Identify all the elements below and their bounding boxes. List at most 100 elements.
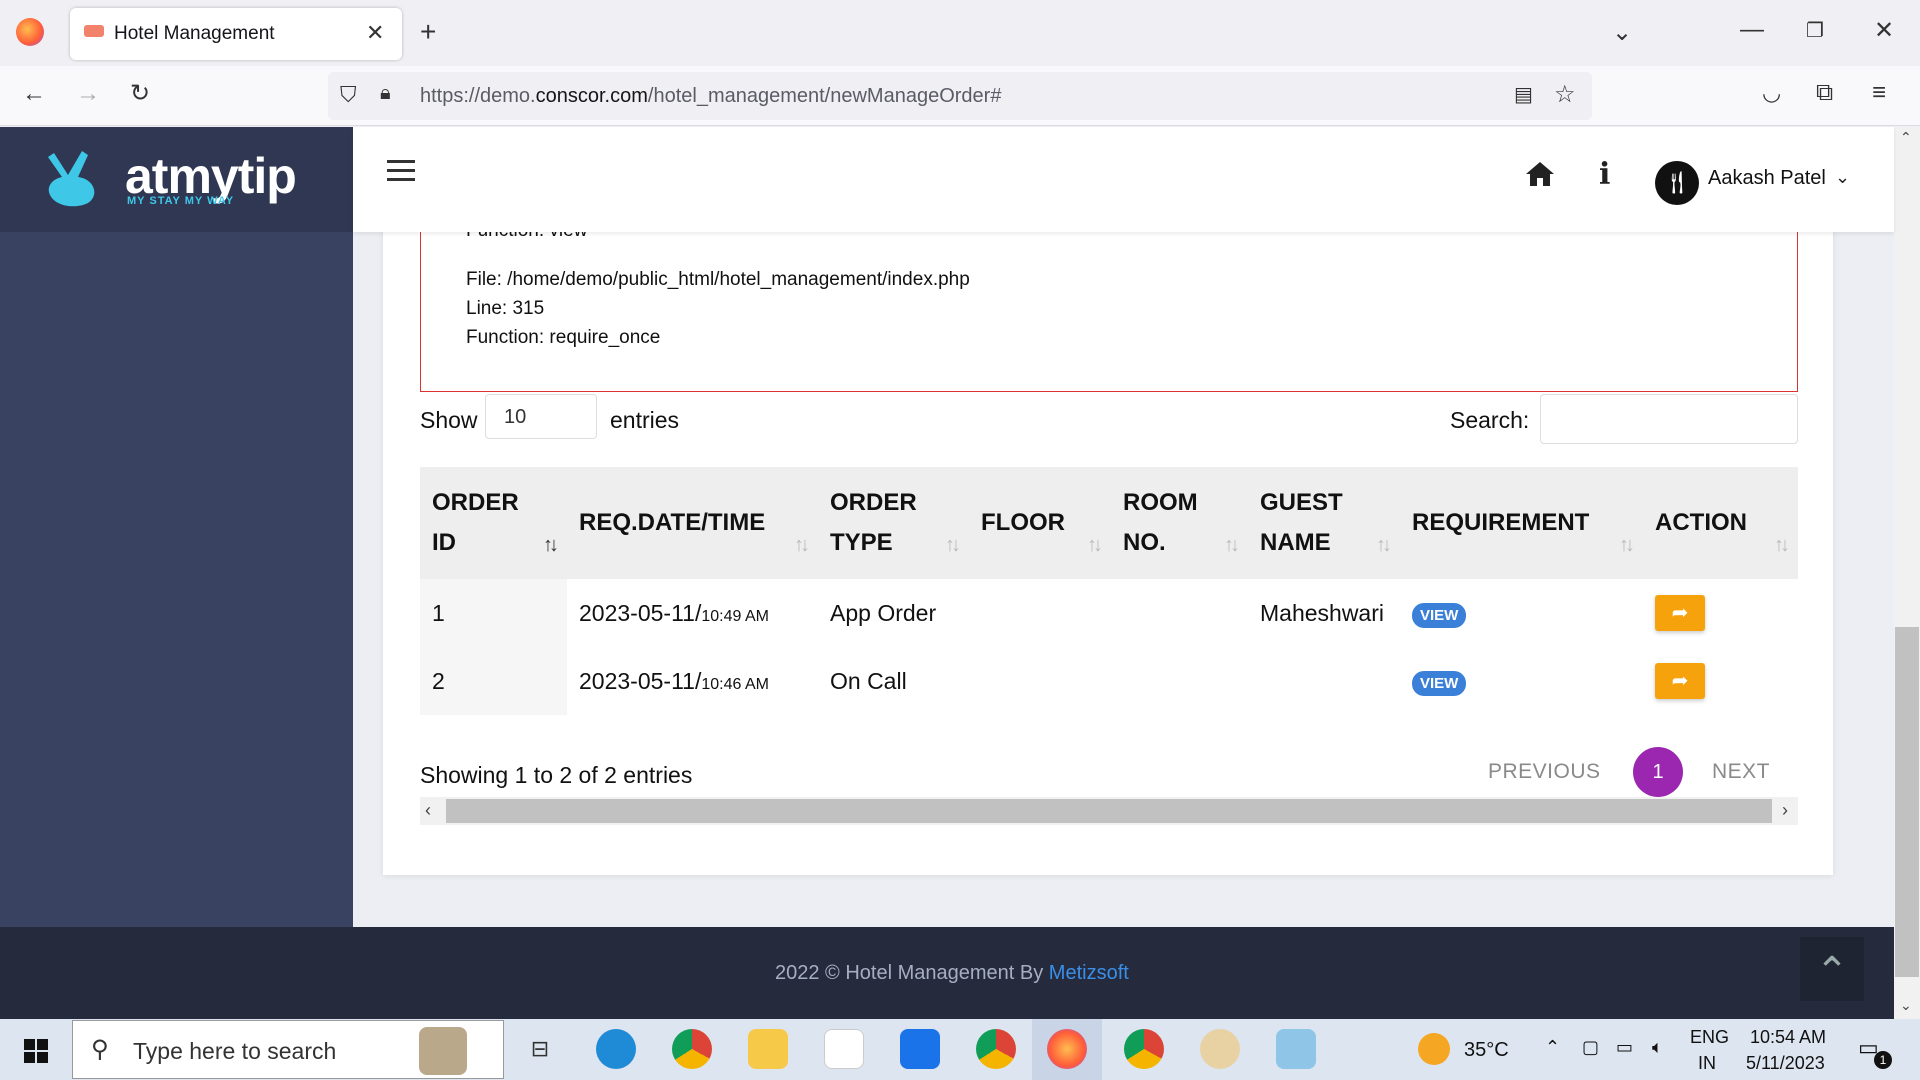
hamburger-menu-icon[interactable] bbox=[387, 160, 415, 187]
forward-action-button[interactable]: ➦ bbox=[1655, 595, 1705, 631]
lock-icon[interactable]: 🔒︎ bbox=[380, 82, 391, 105]
col-requirement[interactable]: REQUIREMENT ↑↓ bbox=[1400, 467, 1643, 579]
reload-icon[interactable]: ↻ bbox=[130, 79, 150, 108]
table-row: 2 2023-05-11/10:46 AM On Call VIEW ➦ bbox=[420, 647, 1798, 715]
tab-hotel-management[interactable]: Hotel Management ✕ bbox=[70, 8, 402, 60]
windows-taskbar: ⚲ Type here to search ⊟ 35°C ⌃ ▢ ▭ 🔈︎ EN… bbox=[0, 1019, 1920, 1080]
chevron-down-icon[interactable]: ⌄ bbox=[1835, 167, 1850, 188]
pocket-icon[interactable]: ◡ bbox=[1762, 80, 1781, 106]
next-button[interactable]: NEXT bbox=[1712, 760, 1770, 784]
error-line: Line: 315 bbox=[466, 298, 545, 319]
cell-order-type: App Order bbox=[830, 599, 937, 626]
forward-action-button[interactable]: ➦ bbox=[1655, 663, 1705, 699]
view-button[interactable]: VIEW bbox=[1412, 670, 1467, 696]
extensions-icon[interactable]: ⧉ bbox=[1816, 79, 1833, 107]
chrome-icon[interactable] bbox=[672, 1029, 712, 1069]
close-window-icon[interactable]: ✕ bbox=[1874, 16, 1894, 45]
forward-icon[interactable]: → bbox=[76, 80, 100, 108]
mail-icon[interactable] bbox=[900, 1029, 940, 1069]
paint-icon[interactable] bbox=[1200, 1029, 1240, 1069]
taskbar-search-input[interactable]: ⚲ Type here to search bbox=[72, 1020, 504, 1079]
app-header: i 🍴︎ Aakash Patel ⌄ bbox=[353, 127, 1894, 232]
orders-table: ORDER ID ↑↓ REQ.DATE/TIME ↑↓ ORDER TYPE ↑↓ FL… bbox=[420, 467, 1798, 715]
language-in[interactable]: IN bbox=[1698, 1053, 1716, 1074]
table-row: 1 2023-05-11/10:49 AM App Order Maheshwa… bbox=[420, 579, 1798, 647]
menu-icon[interactable]: ≡ bbox=[1872, 79, 1886, 107]
vertical-scrollbar[interactable]: ⌃ ⌄ bbox=[1894, 127, 1920, 1019]
footer-link[interactable]: Metizsoft bbox=[1049, 962, 1129, 984]
chrome-profile-icon[interactable] bbox=[976, 1029, 1016, 1069]
browser-nav-bar: ← → ↻ ⛉ 🔒︎ https://demo.conscor.com/hote… bbox=[0, 66, 1920, 126]
url-bar[interactable]: ⛉ 🔒︎ https://demo.conscor.com/hotel_mana… bbox=[328, 72, 1592, 120]
microsoft-store-icon[interactable] bbox=[824, 1029, 864, 1069]
cell-guest: Maheshwari bbox=[1260, 599, 1384, 626]
info-icon[interactable]: i bbox=[1599, 157, 1610, 192]
avatar[interactable]: 🍴︎ bbox=[1655, 161, 1699, 205]
weather-temp[interactable]: 35°C bbox=[1464, 1039, 1509, 1062]
orders-card: Function: view File: /home/demo/public_h… bbox=[383, 220, 1833, 875]
cell-order-type: On Call bbox=[830, 667, 907, 694]
logo-area[interactable]: atmytip MY STAY MY WAY bbox=[0, 127, 353, 232]
col-room-no[interactable]: ROOM NO. ↑↓ bbox=[1111, 467, 1248, 579]
clock-time[interactable]: 10:54 AM bbox=[1750, 1027, 1826, 1048]
col-order-type[interactable]: ORDER TYPE ↑↓ bbox=[818, 467, 969, 579]
battery-icon[interactable]: ▭ bbox=[1616, 1037, 1633, 1058]
tray-chevron-icon[interactable]: ⌃ bbox=[1545, 1037, 1560, 1058]
weather-icon[interactable] bbox=[1418, 1033, 1450, 1065]
sort-icon: ↑↓ bbox=[1376, 534, 1392, 556]
scroll-up-icon[interactable]: ⌃ bbox=[1900, 129, 1912, 146]
firefox-menu-icon[interactable] bbox=[16, 18, 44, 46]
reader-view-icon[interactable]: ▤ bbox=[1514, 82, 1533, 107]
back-icon[interactable]: ← bbox=[22, 80, 46, 108]
language-eng[interactable]: ENG bbox=[1690, 1027, 1729, 1048]
tab-close-icon[interactable]: ✕ bbox=[366, 20, 384, 46]
task-view-icon[interactable]: ⊟ bbox=[520, 1029, 560, 1069]
notepad-icon[interactable] bbox=[1276, 1029, 1316, 1069]
home-icon[interactable] bbox=[1525, 161, 1555, 192]
scroll-down-icon[interactable]: ⌄ bbox=[1900, 997, 1912, 1014]
previous-button[interactable]: PREVIOUS bbox=[1488, 760, 1601, 784]
col-order-id[interactable]: ORDER ID ↑↓ bbox=[420, 467, 567, 579]
horizontal-scrollbar[interactable]: ‹ › bbox=[420, 797, 1798, 825]
scroll-thumb[interactable] bbox=[446, 799, 1772, 823]
new-tab-icon[interactable]: + bbox=[420, 16, 436, 48]
shield-icon[interactable]: ⛉ bbox=[340, 82, 357, 108]
view-button[interactable]: VIEW bbox=[1412, 602, 1467, 628]
page-1-button[interactable]: 1 bbox=[1633, 747, 1683, 797]
list-tabs-icon[interactable]: ⌄ bbox=[1612, 18, 1632, 47]
tab-favicon-icon bbox=[84, 25, 104, 37]
windows-start-icon[interactable] bbox=[24, 1039, 48, 1063]
user-name[interactable]: Aakash Patel bbox=[1708, 167, 1826, 190]
sort-icon: ↑↓ bbox=[1224, 534, 1240, 556]
firefox-icon bbox=[1047, 1029, 1087, 1069]
firefox-taskbar-active[interactable] bbox=[1032, 1019, 1102, 1080]
col-action[interactable]: ACTION ↑↓ bbox=[1643, 467, 1798, 579]
search-highlight-icon bbox=[419, 1027, 467, 1075]
notification-count: 1 bbox=[1874, 1051, 1892, 1069]
chrome-profile-2-icon[interactable] bbox=[1124, 1029, 1164, 1069]
scroll-left-icon[interactable]: ‹ bbox=[425, 800, 431, 821]
scroll-thumb[interactable] bbox=[1895, 627, 1919, 977]
entries-select[interactable]: 10 bbox=[485, 394, 597, 439]
meet-now-icon[interactable]: ▢ bbox=[1582, 1037, 1599, 1058]
restore-icon[interactable]: ❐ bbox=[1806, 18, 1824, 43]
col-req-datetime[interactable]: REQ.DATE/TIME ↑↓ bbox=[567, 467, 818, 579]
minimize-icon[interactable]: — bbox=[1740, 16, 1764, 44]
edge-icon[interactable] bbox=[596, 1029, 636, 1069]
cell-room bbox=[1111, 647, 1248, 715]
url-text[interactable]: https://demo.conscor.com/hotel_managemen… bbox=[420, 85, 1001, 108]
file-explorer-icon[interactable] bbox=[748, 1029, 788, 1069]
scroll-to-top-button[interactable]: ⌃ bbox=[1800, 937, 1864, 1001]
cell-datetime: 2023-05-11/10:46 AM bbox=[579, 667, 769, 694]
volume-icon[interactable]: 🔈︎ bbox=[1652, 1037, 1663, 1058]
clock-date[interactable]: 5/11/2023 bbox=[1746, 1053, 1825, 1074]
col-guest-name[interactable]: GUEST NAME ↑↓ bbox=[1248, 467, 1400, 579]
sort-icon: ↑↓ bbox=[945, 534, 961, 556]
col-floor[interactable]: FLOOR ↑↓ bbox=[969, 467, 1111, 579]
cell-floor bbox=[969, 579, 1111, 647]
cell-datetime: 2023-05-11/10:49 AM bbox=[579, 599, 769, 626]
scroll-right-icon[interactable]: › bbox=[1782, 800, 1788, 821]
bookmark-star-icon[interactable]: ☆ bbox=[1554, 80, 1576, 109]
cell-requirement: VIEW bbox=[1400, 579, 1643, 647]
search-input[interactable] bbox=[1540, 394, 1798, 444]
